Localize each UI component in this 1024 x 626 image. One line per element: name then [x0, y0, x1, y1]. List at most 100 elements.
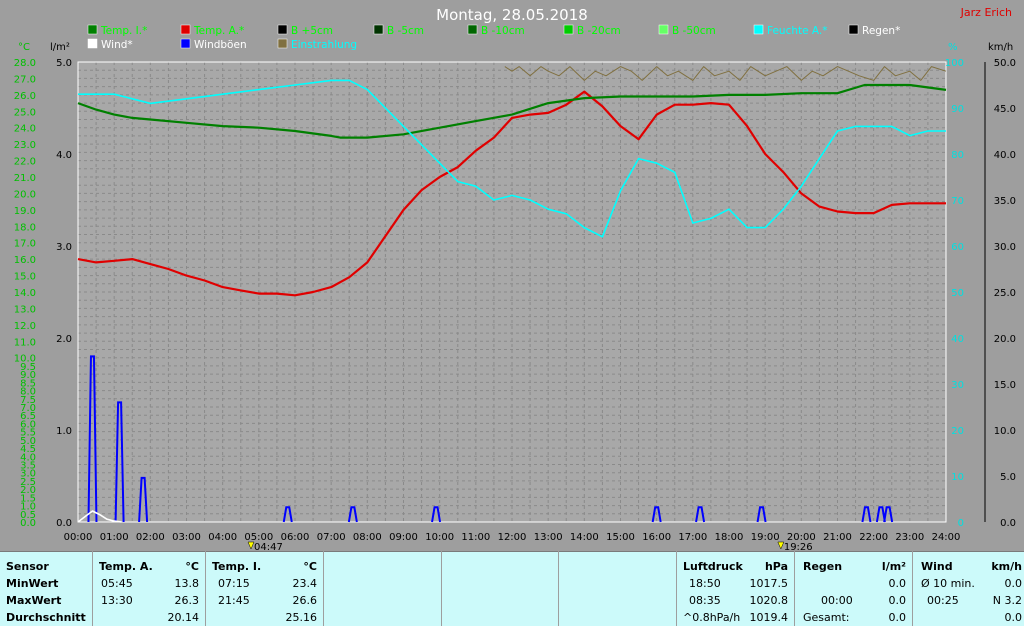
chart-legend: Temp. I.* Temp. A.* B +5cm B -5cm B -10cm B -…	[87, 24, 900, 51]
temp-a-min-value: 13.8	[174, 577, 200, 590]
time-tick-label: 09:00	[389, 532, 418, 543]
temp-tick-label: 10.0	[14, 354, 36, 365]
row-min-label: MinWert	[6, 577, 59, 590]
legend-label: Einstrahlung	[291, 39, 357, 51]
pressure-min-value: 1017.5	[749, 577, 789, 590]
time-tick-label: 02:00	[136, 532, 165, 543]
legend-label: Regen*	[862, 25, 900, 37]
temp-tick-label: 15.0	[14, 272, 36, 283]
time-tick-label: 00:00	[64, 532, 93, 543]
row-max-label: MaxWert	[6, 594, 62, 607]
rain-tick-label: 5.0	[56, 58, 72, 69]
temp-a-unit: °C	[185, 560, 199, 573]
wind-max-time: 00:25	[927, 594, 959, 607]
pressure-trend-value: 1019.4	[749, 611, 789, 624]
temp-a-max-value: 26.3	[174, 594, 200, 607]
rain-unit: l/m²	[881, 560, 906, 573]
wind-tick-label: 50.0	[994, 58, 1016, 69]
temp-i-title: Temp. I.	[212, 560, 262, 573]
legend-swatch	[87, 38, 98, 49]
legend-label: Windböen	[194, 39, 247, 51]
rain-axis: 0.0 1.0 2.0 3.0 4.0 5.0 l/m²	[50, 42, 72, 529]
temp-tick-label: 24.0	[14, 124, 36, 135]
legend-label: Temp. I.*	[100, 25, 147, 37]
legend-swatch	[563, 24, 574, 35]
temp-tick-label: 22.0	[14, 157, 36, 168]
humidity-tick-label: 20	[951, 426, 964, 437]
wind-tick-label: 30.0	[994, 242, 1016, 253]
wind-title: Wind	[921, 560, 953, 573]
temp-a-max-time: 13:30	[101, 594, 133, 607]
wind-unit: km/h	[991, 560, 1022, 573]
temp-axis: 0.00.51.01.52.02.53.03.54.04.55.05.56.06…	[14, 42, 36, 529]
time-tick-label: 01:00	[100, 532, 129, 543]
legend-label: B -50cm	[672, 25, 716, 37]
wind-tick-label: 5.0	[1000, 472, 1016, 483]
time-tick-label: 23:00	[895, 532, 924, 543]
legend-swatch	[180, 38, 191, 49]
temp-tick-label: 25.0	[14, 107, 36, 118]
time-tick-label: 14:00	[570, 532, 599, 543]
wind-tick-label: 20.0	[994, 334, 1016, 345]
wind-tick-label: 45.0	[994, 104, 1016, 115]
legend-swatch	[658, 24, 669, 35]
chart-title: Montag, 28.05.2018	[436, 6, 588, 24]
summary-temp-i-panel: Temp. I. °C 07:15 23.4 21:45 26.6 25.16	[206, 551, 323, 626]
time-tick-label: 10:00	[425, 532, 454, 543]
wind-max-value: N 3.2	[992, 594, 1022, 607]
temp-i-max-value: 26.6	[292, 594, 318, 607]
temp-tick-label: 14.0	[14, 288, 36, 299]
summary-sensor-panel: Sensor MinWert MaxWert Durchschnitt	[0, 551, 92, 626]
wind-tick-label: 25.0	[994, 288, 1016, 299]
temp-tick-label: 11.0	[14, 337, 36, 348]
temp-tick-label: 20.0	[14, 189, 36, 200]
humidity-tick-label: 60	[951, 242, 964, 253]
time-tick-label: 12:00	[498, 532, 527, 543]
legend-swatch	[87, 24, 98, 35]
legend-label: Feuchte A.*	[767, 25, 828, 37]
temp-i-min-time: 07:15	[218, 577, 250, 590]
wind-unit-label: km/h	[988, 42, 1013, 53]
summary-pressure-panel: Luftdruck hPa 18:50 1017.5 08:35 1020.8 …	[677, 551, 794, 626]
temp-i-min-value: 23.4	[292, 577, 318, 590]
legend-label: B -20cm	[577, 25, 621, 37]
sensor-title: Sensor	[6, 560, 49, 573]
pressure-title: Luftdruck	[683, 560, 743, 573]
wind-avg-value: 0.0	[1004, 577, 1023, 590]
wind-avg-label: Ø 10 min.	[921, 577, 975, 590]
legend-swatch	[373, 24, 384, 35]
time-tick-label: 16:00	[642, 532, 671, 543]
pressure-min-time: 18:50	[689, 577, 721, 590]
humidity-tick-label: 30	[951, 380, 964, 391]
temp-tick-label: 23.0	[14, 140, 36, 151]
rain-total-value: 0.0	[888, 611, 907, 624]
temp-i-avg: 25.16	[285, 611, 318, 624]
temp-i-unit: °C	[303, 560, 317, 573]
temp-tick-label: 27.0	[14, 74, 36, 85]
humidity-axis: 0 10 20 30 40 50 60 70 80 90 100%	[945, 42, 986, 529]
rain-tick-label: 0.0	[56, 518, 72, 529]
legend-swatch	[848, 24, 859, 35]
summary-empty-2	[442, 551, 558, 626]
temp-a-title: Temp. A.	[99, 560, 153, 573]
row-avg-label: Durchschnitt	[6, 611, 86, 624]
rain-tick-label: 1.0	[56, 426, 72, 437]
temp-i-max-time: 21:45	[218, 594, 250, 607]
pressure-max-value: 1020.8	[749, 594, 789, 607]
humidity-tick-label: 50	[951, 288, 964, 299]
rain-tick-label: 3.0	[56, 242, 72, 253]
temp-tick-label: 16.0	[14, 255, 36, 266]
legend-swatch	[180, 24, 191, 35]
time-tick-label: 21:00	[823, 532, 852, 543]
time-tick-label: 08:00	[353, 532, 382, 543]
legend-swatch	[277, 38, 288, 49]
summary-rain-panel: Regen l/m² 00:00 0.0 0.0 Gesamt: 0.0	[795, 551, 912, 626]
author-label: Jarz Erich	[960, 6, 1012, 19]
pressure-max-time: 08:35	[689, 594, 721, 607]
rain-total-label: Gesamt:	[803, 611, 850, 624]
time-tick-label: 22:00	[859, 532, 888, 543]
rain-unit-label: l/m²	[50, 42, 70, 53]
temp-a-min-time: 05:45	[101, 577, 133, 590]
legend-label: B -10cm	[481, 25, 525, 37]
wind-tick-label: 0.0	[1000, 518, 1016, 529]
